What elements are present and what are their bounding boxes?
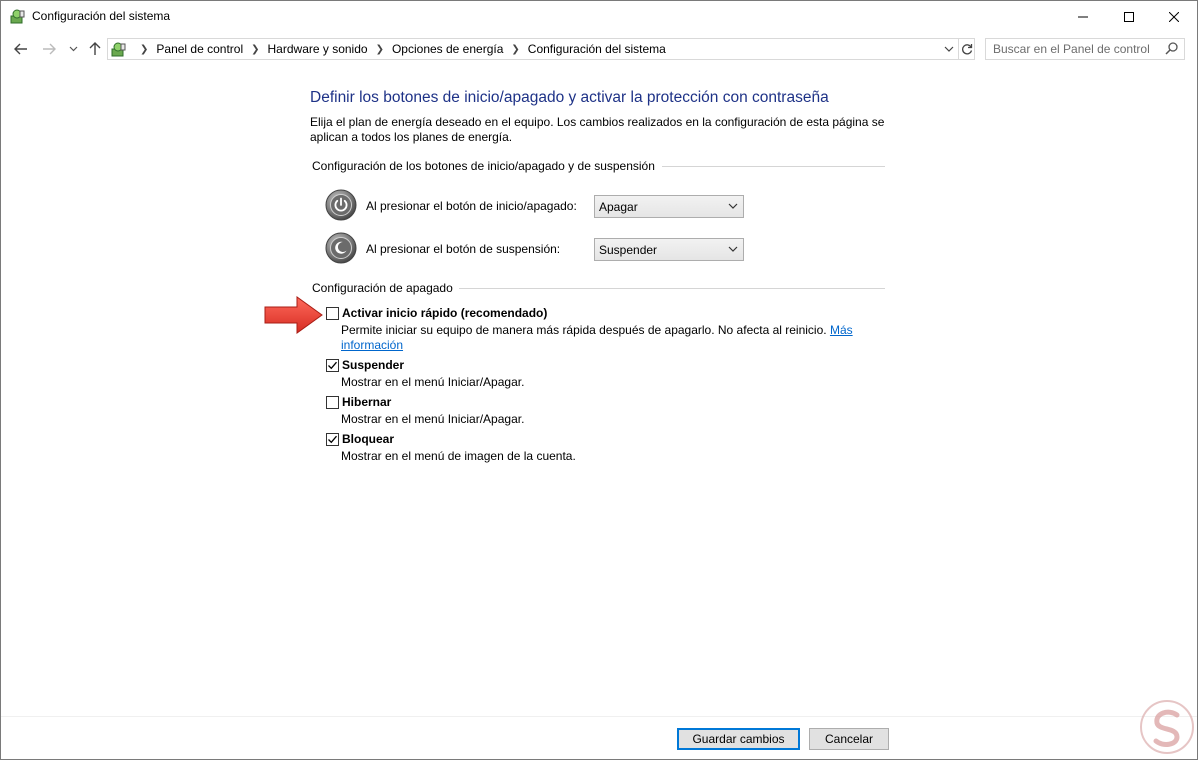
forward-button[interactable] bbox=[39, 39, 59, 59]
checkmark-icon bbox=[328, 361, 337, 370]
sleep-button-icon bbox=[325, 232, 357, 264]
fast-startup-description: Permite iniciar su equipo de manera más … bbox=[341, 323, 861, 353]
control-panel-icon bbox=[110, 41, 127, 58]
search-icon bbox=[1165, 42, 1178, 58]
cancel-button[interactable]: Cancelar bbox=[809, 728, 889, 750]
power-button-value: Apagar bbox=[599, 200, 638, 214]
minimize-button[interactable] bbox=[1060, 1, 1106, 32]
sleep-button-value: Suspender bbox=[599, 243, 658, 257]
suspend-description: Mostrar en el menú Iniciar/Apagar. bbox=[341, 375, 525, 389]
maximize-button[interactable] bbox=[1106, 1, 1152, 32]
chevron-right-icon[interactable]: ❯ bbox=[376, 44, 384, 55]
search-placeholder: Buscar en el Panel de control bbox=[993, 42, 1150, 56]
breadcrumb-panel-de-control[interactable]: Panel de control bbox=[156, 42, 243, 56]
lock-checkbox[interactable] bbox=[326, 433, 339, 446]
breadcrumb: ❯ Panel de control ❯ Hardware y sonido ❯… bbox=[132, 39, 666, 59]
control-panel-window: Configuración del sistema ❯ Panel de con… bbox=[0, 0, 1198, 760]
page-title: Definir los botones de inicio/apagado y … bbox=[310, 89, 829, 106]
chevron-down-icon bbox=[728, 243, 738, 258]
navigation-bar: ❯ Panel de control ❯ Hardware y sonido ❯… bbox=[1, 34, 1197, 64]
page-description: Elija el plan de energía deseado en el e… bbox=[310, 115, 885, 144]
more-info-link[interactable]: Más bbox=[830, 323, 853, 337]
save-changes-button[interactable]: Guardar cambios bbox=[677, 728, 800, 750]
search-input[interactable]: Buscar en el Panel de control bbox=[985, 38, 1185, 60]
chevron-right-icon[interactable]: ❯ bbox=[140, 44, 148, 55]
breadcrumb-configuracion-del-sistema[interactable]: Configuración del sistema bbox=[528, 42, 666, 56]
maximize-icon bbox=[1124, 11, 1134, 22]
suspend-label[interactable]: Suspender bbox=[342, 358, 404, 372]
title-bar: Configuración del sistema bbox=[1, 1, 1197, 32]
lock-label[interactable]: Bloquear bbox=[342, 432, 394, 446]
more-info-link-continued[interactable]: información bbox=[341, 338, 403, 352]
group-divider bbox=[459, 288, 885, 289]
refresh-button[interactable] bbox=[958, 39, 975, 59]
watermark-logo-icon bbox=[1140, 700, 1194, 754]
arrow-left-icon bbox=[14, 43, 27, 55]
group-divider bbox=[662, 166, 885, 167]
checkmark-icon bbox=[328, 435, 337, 444]
power-button-label: Al presionar el botón de inicio/apagado: bbox=[366, 199, 577, 213]
sleep-button-label: Al presionar el botón de suspensión: bbox=[366, 242, 561, 256]
up-button[interactable] bbox=[85, 39, 105, 59]
power-button-select[interactable]: Apagar bbox=[594, 195, 744, 218]
chevron-down-icon bbox=[944, 46, 954, 52]
hibernate-description: Mostrar en el menú Iniciar/Apagar. bbox=[341, 412, 525, 426]
close-button[interactable] bbox=[1151, 1, 1197, 32]
chevron-right-icon[interactable]: ❯ bbox=[511, 44, 519, 55]
fast-startup-checkbox[interactable] bbox=[326, 307, 339, 320]
arrow-right-icon bbox=[43, 43, 56, 55]
sleep-button-select[interactable]: Suspender bbox=[594, 238, 744, 261]
address-bar[interactable]: ❯ Panel de control ❯ Hardware y sonido ❯… bbox=[107, 38, 975, 60]
hibernate-checkbox[interactable] bbox=[326, 396, 339, 409]
footer-divider bbox=[1, 716, 1197, 717]
breadcrumb-opciones-de-energia[interactable]: Opciones de energía bbox=[392, 42, 503, 56]
close-icon bbox=[1169, 11, 1179, 22]
minimize-icon bbox=[1078, 16, 1088, 17]
chevron-right-icon[interactable]: ❯ bbox=[251, 44, 259, 55]
red-arrow-annotation bbox=[264, 296, 323, 334]
back-button[interactable] bbox=[11, 39, 31, 59]
arrow-up-icon bbox=[89, 42, 101, 55]
fast-startup-description-text: Permite iniciar su equipo de manera más … bbox=[341, 323, 827, 337]
shutdown-group-title: Configuración de apagado bbox=[312, 281, 453, 295]
breadcrumb-hardware-y-sonido[interactable]: Hardware y sonido bbox=[268, 42, 368, 56]
hibernate-label[interactable]: Hibernar bbox=[342, 395, 391, 409]
window-title: Configuración del sistema bbox=[32, 9, 171, 23]
recent-locations-button[interactable] bbox=[65, 39, 81, 59]
suspend-checkbox[interactable] bbox=[326, 359, 339, 372]
buttons-group-title: Configuración de los botones de inicio/a… bbox=[312, 159, 655, 173]
fast-startup-label[interactable]: Activar inicio rápido (recomendado) bbox=[342, 306, 547, 320]
power-options-app-icon bbox=[9, 8, 26, 25]
power-button-icon bbox=[325, 189, 357, 221]
address-history-button[interactable] bbox=[940, 39, 958, 59]
lock-description: Mostrar en el menú de imagen de la cuent… bbox=[341, 449, 576, 463]
chevron-down-icon bbox=[69, 46, 77, 52]
refresh-icon bbox=[962, 44, 973, 55]
chevron-down-icon bbox=[728, 200, 738, 215]
